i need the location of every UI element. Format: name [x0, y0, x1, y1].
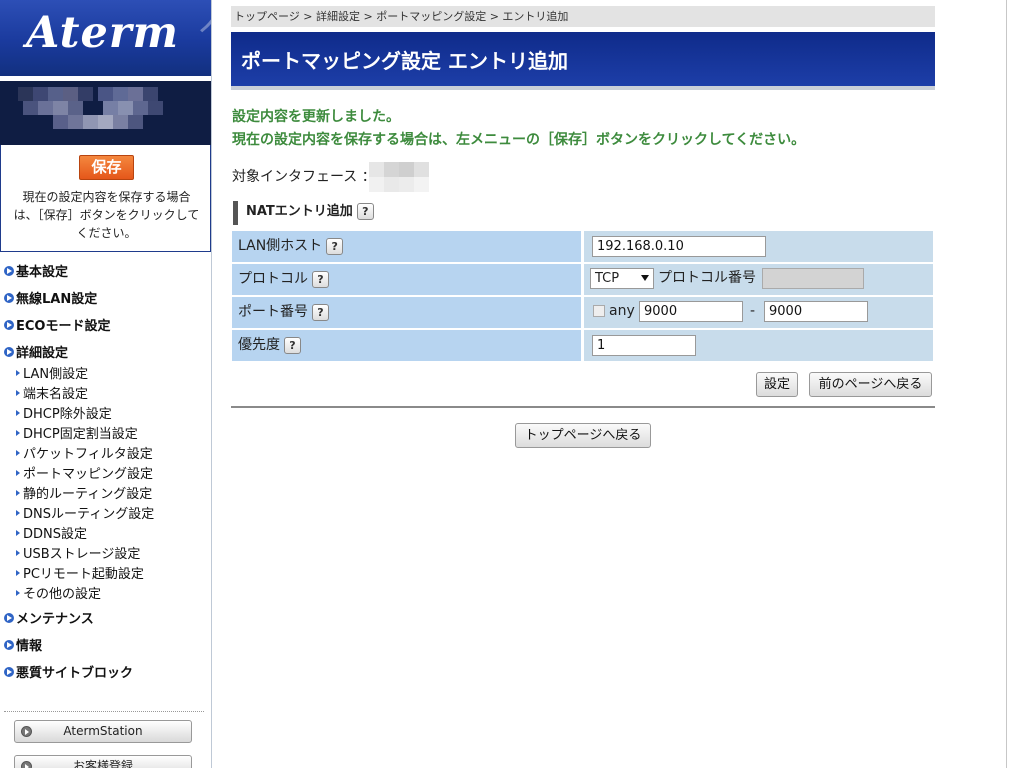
- menu-item-lan-side[interactable]: LAN側設定: [4, 365, 209, 385]
- arrow-icon: [16, 430, 20, 436]
- main-content: トップページ > 詳細設定 > ポートマッピング設定 > エントリ追加 ポートマ…: [231, 0, 936, 768]
- menu-item-usb-storage[interactable]: USBストレージ設定: [4, 545, 209, 565]
- update-message: 設定内容を更新しました。: [232, 109, 400, 125]
- bullet-icon: [4, 640, 14, 650]
- menu-malicious-site-block[interactable]: 悪質サイトブロック: [4, 663, 209, 690]
- scrollbar-track[interactable]: [1006, 0, 1024, 768]
- lan-host-label: LAN側ホスト?: [232, 231, 581, 262]
- customer-registration-link[interactable]: お客様登録: [14, 755, 192, 768]
- row-priority: 優先度? 1: [232, 330, 933, 361]
- aterm-logo: Aterm: [26, 8, 179, 58]
- help-icon[interactable]: ?: [356, 203, 374, 220]
- arrow-icon: [16, 570, 20, 576]
- save-panel: 保存 現在の設定内容を保存する場合は、［保存］ボタンをクリックしてください。: [0, 145, 211, 252]
- menu-item-device-name[interactable]: 端末名設定: [4, 385, 209, 405]
- menu-item-dns-routing[interactable]: DNSルーティング設定: [4, 505, 209, 525]
- arrow-icon: [16, 470, 20, 476]
- protocol-number-input[interactable]: [762, 268, 864, 289]
- help-icon[interactable]: ?: [326, 237, 344, 255]
- page-title: ポートマッピング設定 エントリ追加: [241, 49, 568, 73]
- set-button[interactable]: 設定: [756, 372, 798, 397]
- bullet-icon: [4, 266, 14, 276]
- arrow-icon: [16, 370, 20, 376]
- aterm-station-link[interactable]: AtermStation: [14, 720, 192, 743]
- bullet-icon: [4, 293, 14, 303]
- bullet-icon: [4, 347, 14, 357]
- menu-wireless-lan[interactable]: 無線LAN設定: [4, 289, 209, 316]
- help-icon[interactable]: ?: [312, 303, 329, 321]
- arrow-icon: [16, 550, 20, 556]
- arrow-icon: [16, 590, 20, 596]
- menu-item-packet-filter[interactable]: パケットフィルタ設定: [4, 445, 209, 465]
- title-bar: ポートマッピング設定 エントリ追加: [231, 32, 935, 90]
- menu-basic-settings[interactable]: 基本設定: [4, 262, 209, 289]
- arrow-icon: [16, 390, 20, 396]
- lan-host-input[interactable]: 192.168.0.10: [592, 236, 766, 257]
- bullet-icon: [4, 320, 14, 330]
- model-name-redacted: [0, 81, 211, 145]
- port-to-input[interactable]: 9000: [764, 301, 868, 322]
- bullet-icon: [4, 613, 14, 623]
- save-hint-message: 現在の設定内容を保存する場合は、左メニューの［保存］ボタンをクリックしてください…: [232, 132, 806, 148]
- row-protocol: プロトコル? TCP プロトコル番号: [232, 264, 933, 295]
- save-note: 現在の設定内容を保存する場合は、［保存］ボタンをクリックしてください。: [13, 190, 200, 240]
- priority-input[interactable]: 1: [592, 335, 696, 356]
- menu-item-ddns[interactable]: DDNS設定: [4, 525, 209, 545]
- bullet-icon: [4, 667, 14, 677]
- protocol-select[interactable]: TCP: [590, 268, 654, 289]
- help-icon[interactable]: ?: [284, 336, 301, 354]
- help-icon[interactable]: ?: [312, 270, 329, 288]
- divider: [4, 711, 204, 712]
- menu-maintenance[interactable]: メンテナンス: [4, 609, 209, 636]
- save-button[interactable]: 保存: [79, 155, 134, 180]
- menu-detail-settings[interactable]: 詳細設定: [4, 343, 209, 365]
- menu-item-other-settings[interactable]: その他の設定: [4, 585, 209, 609]
- top-page-button[interactable]: トップページへ戻る: [515, 423, 651, 448]
- menu-info[interactable]: 情報: [4, 636, 209, 663]
- sidebar: Aterm 保存 現在の設定内容を保存する場合は、［保存］ボタンをクリックしてく…: [0, 0, 212, 768]
- back-button[interactable]: 前のページへ戻る: [809, 372, 932, 397]
- priority-label: 優先度?: [232, 330, 581, 361]
- menu-item-dhcp-fixed[interactable]: DHCP固定割当設定: [4, 425, 209, 445]
- interface-value-redacted: [369, 162, 429, 192]
- any-label: any: [609, 303, 635, 319]
- protocol-number-label: プロトコル番号: [658, 270, 756, 286]
- section-title: NATエントリ追加?: [233, 201, 374, 225]
- row-port: ポート番号? any 9000 - 9000: [232, 297, 933, 328]
- menu-eco-mode[interactable]: ECOモード設定: [4, 316, 209, 343]
- arrow-icon: [16, 490, 20, 496]
- menu-item-static-routing[interactable]: 静的ルーティング設定: [4, 485, 209, 505]
- menu-item-dhcp-exclude[interactable]: DHCP除外設定: [4, 405, 209, 425]
- arrow-icon: [16, 450, 20, 456]
- divider: [231, 406, 935, 408]
- arrow-icon: [16, 510, 20, 516]
- menu-item-port-mapping[interactable]: ポートマッピング設定: [4, 465, 209, 485]
- arrow-icon: [16, 530, 20, 536]
- breadcrumb: トップページ > 詳細設定 > ポートマッピング設定 > エントリ追加: [231, 6, 935, 27]
- port-range-separator: -: [750, 303, 756, 319]
- chevron-down-icon: [641, 275, 649, 281]
- protocol-label: プロトコル?: [232, 264, 581, 295]
- any-checkbox[interactable]: [593, 305, 605, 317]
- side-menu: 基本設定 無線LAN設定 ECOモード設定 詳細設定 LAN側設定 端末名設定 …: [4, 262, 209, 690]
- interface-label: 対象インタフェース ：: [232, 169, 376, 185]
- row-lan-host: LAN側ホスト? 192.168.0.10: [232, 231, 933, 262]
- port-from-input[interactable]: 9000: [639, 301, 743, 322]
- menu-item-pc-remote-wake[interactable]: PCリモート起動設定: [4, 565, 209, 585]
- play-icon: [21, 761, 32, 768]
- logo-banner: Aterm: [0, 0, 211, 76]
- port-label: ポート番号?: [232, 297, 581, 328]
- play-icon: [21, 726, 32, 737]
- arrow-icon: [16, 410, 20, 416]
